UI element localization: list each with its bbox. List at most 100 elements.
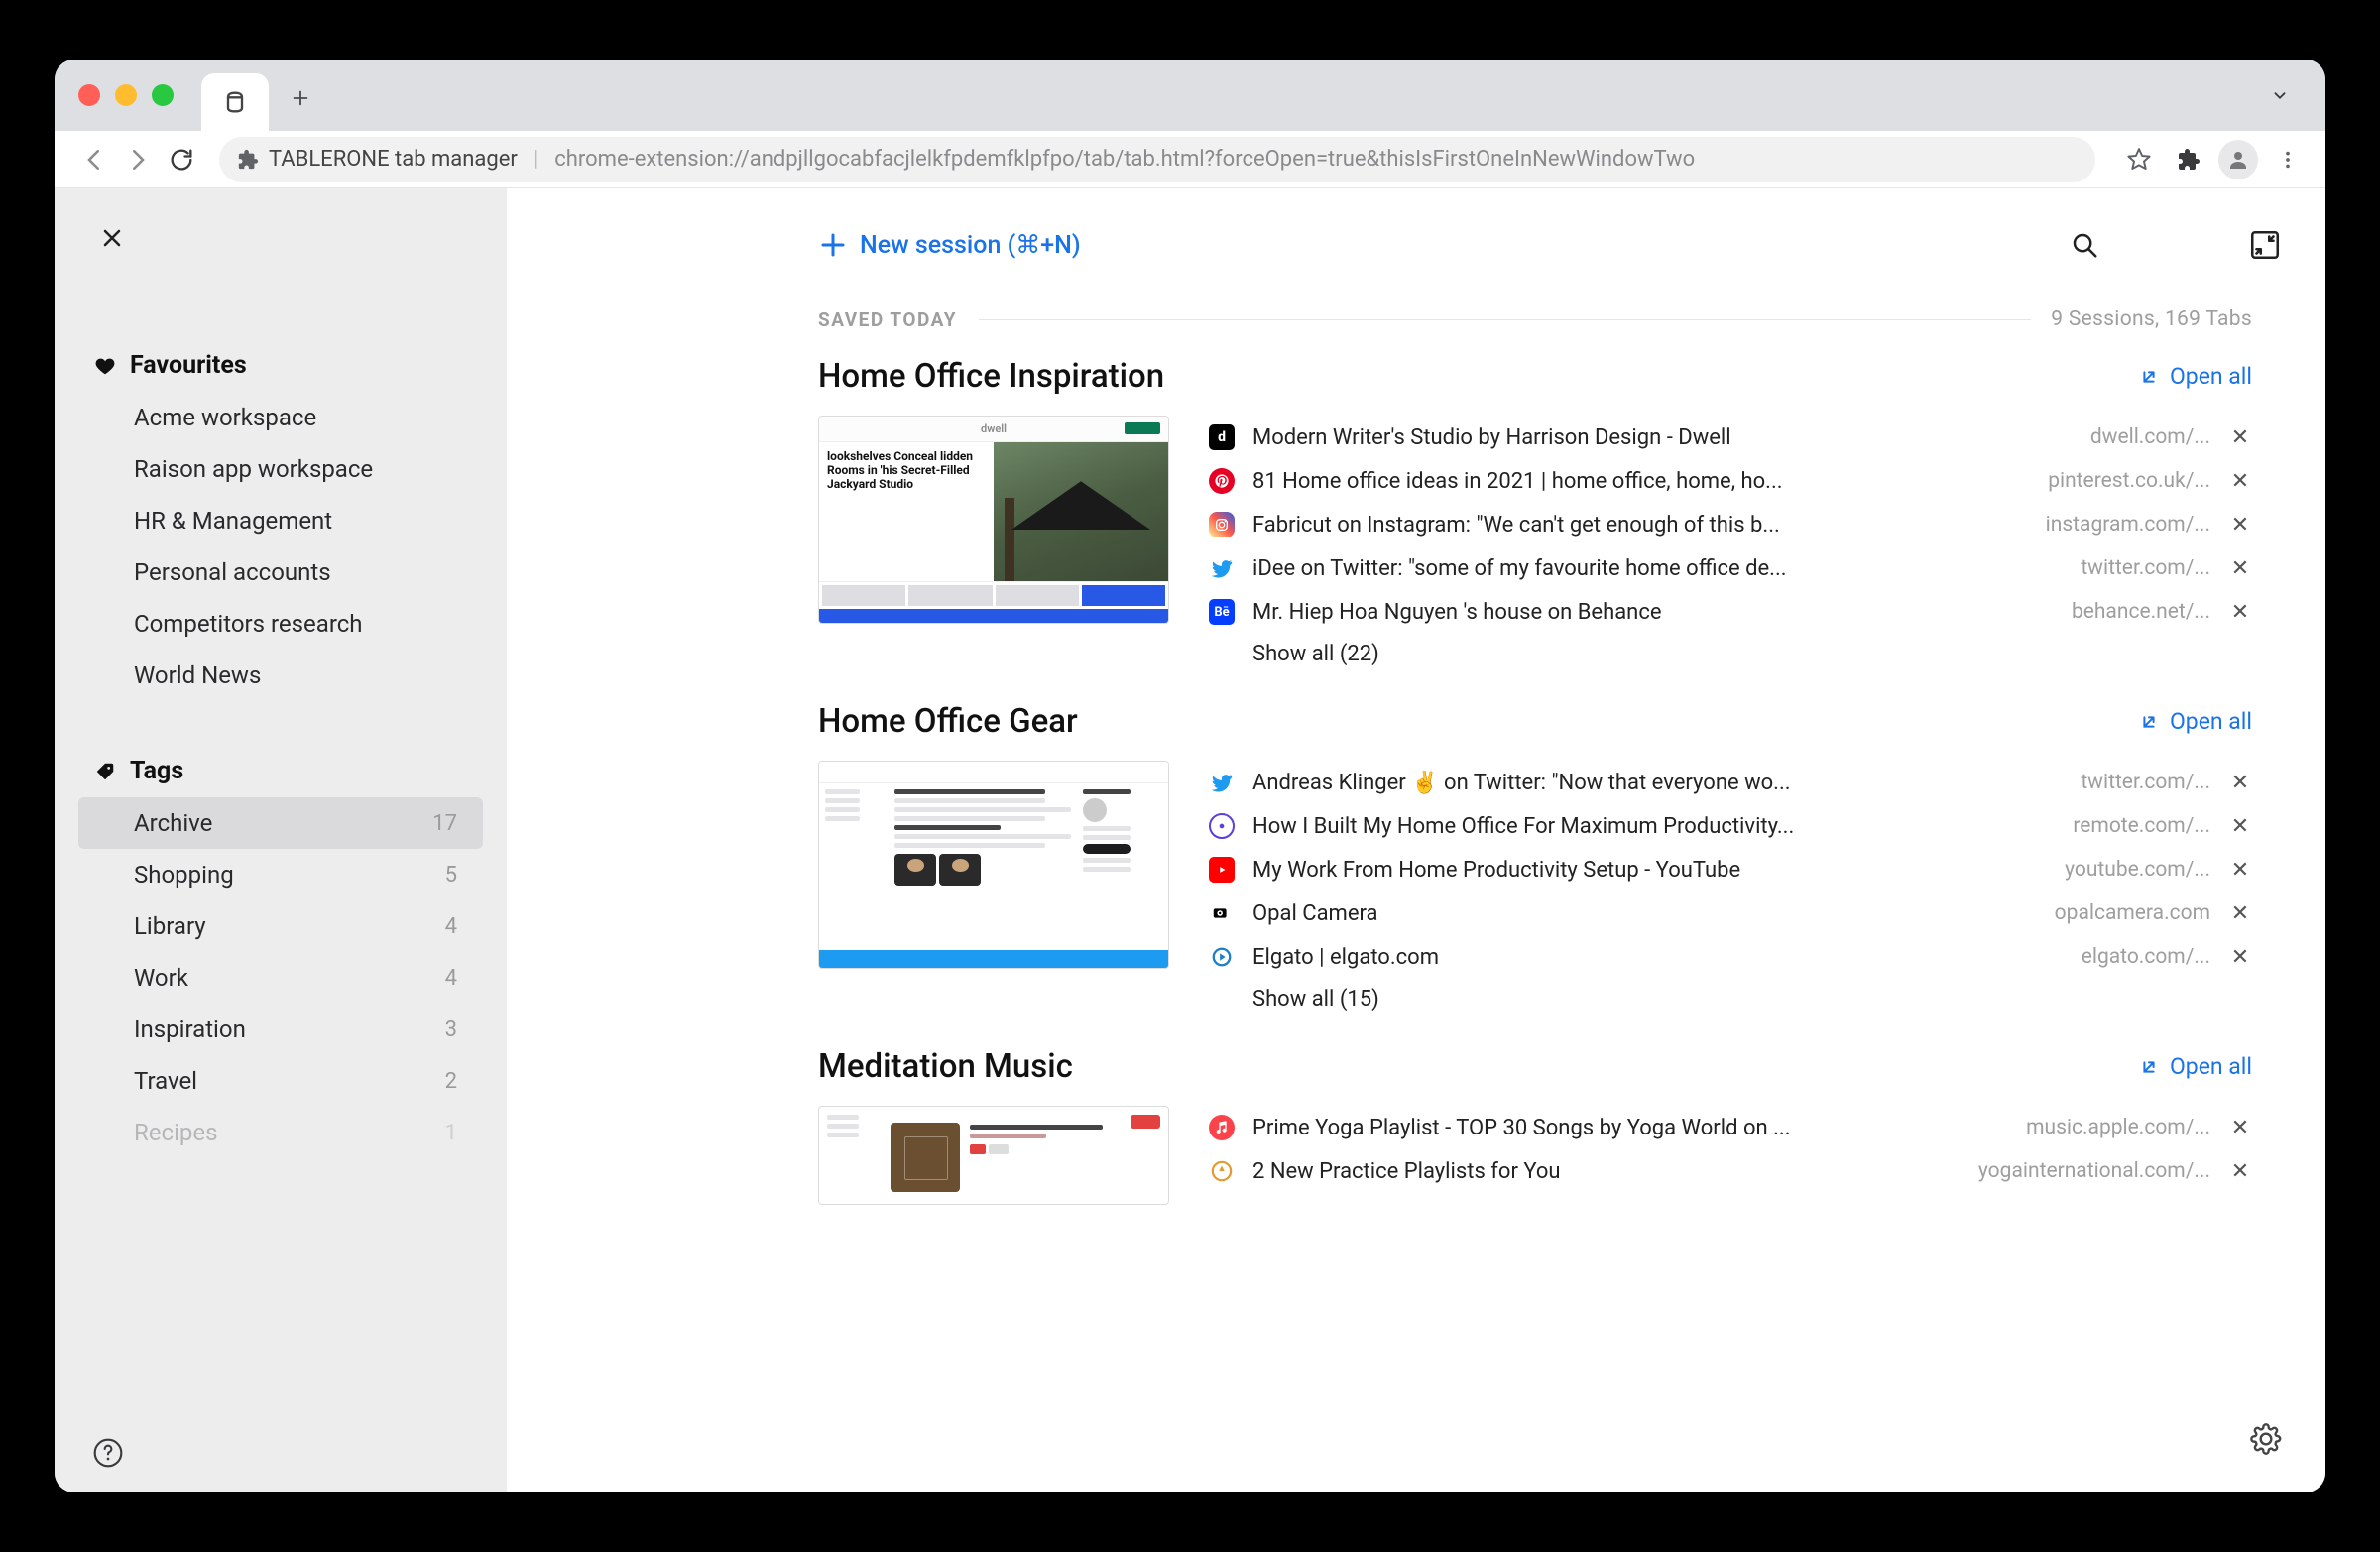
open-all-button[interactable]: Open all [2138, 1053, 2252, 1080]
tab-row[interactable]: 2 New Practice Playlists for You yogaint… [1209, 1149, 2252, 1193]
show-all-button[interactable]: Show all (22) [1252, 642, 2252, 666]
tab-title: Opal Camera [1252, 901, 2037, 926]
favicon-opal [1209, 900, 1235, 926]
tab-row[interactable]: d Modern Writer's Studio by Harrison Des… [1209, 416, 2252, 459]
tab-title: Elgato | elgato.com [1252, 945, 2064, 970]
session-title[interactable]: Home Office Inspiration [818, 357, 1164, 396]
tab-row[interactable]: Prime Yoga Playlist - TOP 30 Songs by Yo… [1209, 1106, 2252, 1149]
tab-domain: remote.com/... [2073, 814, 2210, 838]
open-external-icon [2138, 366, 2160, 388]
forward-button[interactable] [116, 138, 160, 181]
session-thumbnail[interactable] [818, 761, 1169, 969]
tab-row[interactable]: Elgato | elgato.com elgato.com/... ✕ [1209, 935, 2252, 979]
extensions-button[interactable] [2169, 140, 2208, 179]
url-bar[interactable]: TABLERONE tab manager | chrome-extension… [219, 137, 2095, 182]
window-close-button[interactable] [78, 84, 100, 106]
chrome-menu-button[interactable] [2268, 140, 2308, 179]
close-tab-button[interactable]: ✕ [2228, 425, 2252, 450]
browser-tab-active[interactable] [201, 73, 269, 131]
favicon-apple-music [1209, 1115, 1235, 1140]
close-tab-button[interactable]: ✕ [2228, 600, 2252, 625]
close-tab-button[interactable]: ✕ [2228, 771, 2252, 795]
session-thumbnail[interactable] [818, 1106, 1169, 1205]
tab-domain: pinterest.co.uk/... [2048, 469, 2210, 493]
back-button[interactable] [72, 138, 116, 181]
tab-row[interactable]: How I Built My Home Office For Maximum P… [1209, 804, 2252, 848]
tab-title: 81 Home office ideas in 2021 | home offi… [1252, 469, 2030, 494]
open-external-icon [2138, 711, 2160, 733]
sidebar-tag-item[interactable]: Inspiration3 [78, 1004, 483, 1055]
sidebar-tag-item[interactable]: Shopping5 [78, 849, 483, 900]
sidebar-tag-item[interactable]: Library4 [78, 900, 483, 952]
profile-button[interactable] [2218, 140, 2258, 179]
sidebar-fav-item[interactable]: Competitors research [78, 598, 483, 650]
close-tab-button[interactable]: ✕ [2228, 1116, 2252, 1140]
close-tab-button[interactable]: ✕ [2228, 469, 2252, 494]
close-tab-button[interactable]: ✕ [2228, 945, 2252, 970]
session-thumbnail[interactable]: dwell lookshelves Conceal lidden Rooms i… [818, 416, 1169, 624]
tab-row[interactable]: Opal Camera opalcamera.com ✕ [1209, 892, 2252, 935]
close-sidebar-button[interactable] [98, 224, 483, 252]
reload-button[interactable] [160, 138, 203, 181]
sidebar-tag-item[interactable]: Work4 [78, 952, 483, 1004]
help-button[interactable] [92, 1437, 483, 1469]
tags-header: Tags [78, 757, 483, 797]
favicon-dwell: d [1209, 424, 1235, 450]
tab-title: My Work From Home Productivity Setup - Y… [1252, 858, 2047, 883]
bookmark-button[interactable] [2119, 140, 2159, 179]
session-title[interactable]: Home Office Gear [818, 702, 1078, 741]
close-tab-button[interactable]: ✕ [2228, 513, 2252, 537]
extension-icon [237, 149, 259, 171]
close-tab-button[interactable]: ✕ [2228, 1159, 2252, 1184]
open-all-button[interactable]: Open all [2138, 708, 2252, 735]
address-bar: TABLERONE tab manager | chrome-extension… [55, 131, 2325, 188]
new-session-label: New session (⌘+N) [860, 230, 1081, 260]
sidebar-fav-item[interactable]: Personal accounts [78, 546, 483, 598]
tab-title: 2 New Practice Playlists for You [1252, 1159, 1961, 1184]
favicon-instagram [1209, 512, 1235, 537]
sidebar-fav-item[interactable]: Acme workspace [78, 392, 483, 443]
close-tab-button[interactable]: ✕ [2228, 814, 2252, 839]
tab-row[interactable]: iDee on Twitter: "some of my favourite h… [1209, 546, 2252, 590]
favicon-remote [1209, 813, 1235, 839]
search-button[interactable] [2070, 230, 2099, 260]
tag-count: 4 [445, 914, 463, 939]
tab-domain: behance.net/... [2072, 600, 2210, 624]
sidebar-fav-item[interactable]: HR & Management [78, 495, 483, 546]
url-path: chrome-extension://andpjllgocabfacjlelkf… [554, 147, 1695, 172]
tab-domain: twitter.com/... [2081, 771, 2210, 794]
window-minimize-button[interactable] [115, 84, 137, 106]
session-block: Meditation Music Open all [818, 1047, 2252, 1205]
sidebar-fav-item[interactable]: World News [78, 650, 483, 701]
close-tab-button[interactable]: ✕ [2228, 858, 2252, 883]
tab-row[interactable]: Fabricut on Instagram: "We can't get eno… [1209, 503, 2252, 546]
tab-title: Andreas Klinger ✌️ on Twitter: "Now that… [1252, 771, 2063, 795]
open-all-button[interactable]: Open all [2138, 363, 2252, 390]
show-all-button[interactable]: Show all (15) [1252, 987, 2252, 1012]
tab-row[interactable]: Andreas Klinger ✌️ on Twitter: "Now that… [1209, 761, 2252, 804]
favicon-youtube [1209, 857, 1235, 883]
sidebar-tag-item[interactable]: Travel2 [78, 1055, 483, 1107]
favourites-header: Favourites [78, 351, 483, 392]
tab-overflow-button[interactable] [2258, 73, 2302, 117]
close-tab-button[interactable]: ✕ [2228, 556, 2252, 581]
session-title[interactable]: Meditation Music [818, 1047, 1073, 1086]
compact-view-button[interactable] [2248, 228, 2282, 262]
window-maximize-button[interactable] [152, 84, 174, 106]
close-tab-button[interactable]: ✕ [2228, 901, 2252, 926]
tab-row[interactable]: 81 Home office ideas in 2021 | home offi… [1209, 459, 2252, 503]
tag-count: 2 [445, 1069, 463, 1094]
settings-button[interactable] [2250, 1423, 2282, 1455]
tab-row[interactable]: My Work From Home Productivity Setup - Y… [1209, 848, 2252, 892]
sidebar-tag-item[interactable]: Recipes1 [78, 1107, 483, 1158]
new-session-button[interactable]: New session (⌘+N) [818, 230, 1081, 260]
new-tab-button[interactable] [279, 76, 322, 120]
favicon-yogainternational [1209, 1158, 1235, 1184]
tab-title: Prime Yoga Playlist - TOP 30 Songs by Yo… [1252, 1116, 2008, 1140]
tab-row[interactable]: Bē Mr. Hiep Hoa Nguyen 's house on Behan… [1209, 590, 2252, 634]
sidebar-tag-item[interactable]: Archive17 [78, 797, 483, 849]
sidebar-fav-item[interactable]: Raison app workspace [78, 443, 483, 495]
tab-domain: opalcamera.com [2055, 901, 2210, 925]
tab-domain: elgato.com/... [2082, 945, 2210, 969]
tag-count: 17 [432, 811, 463, 836]
